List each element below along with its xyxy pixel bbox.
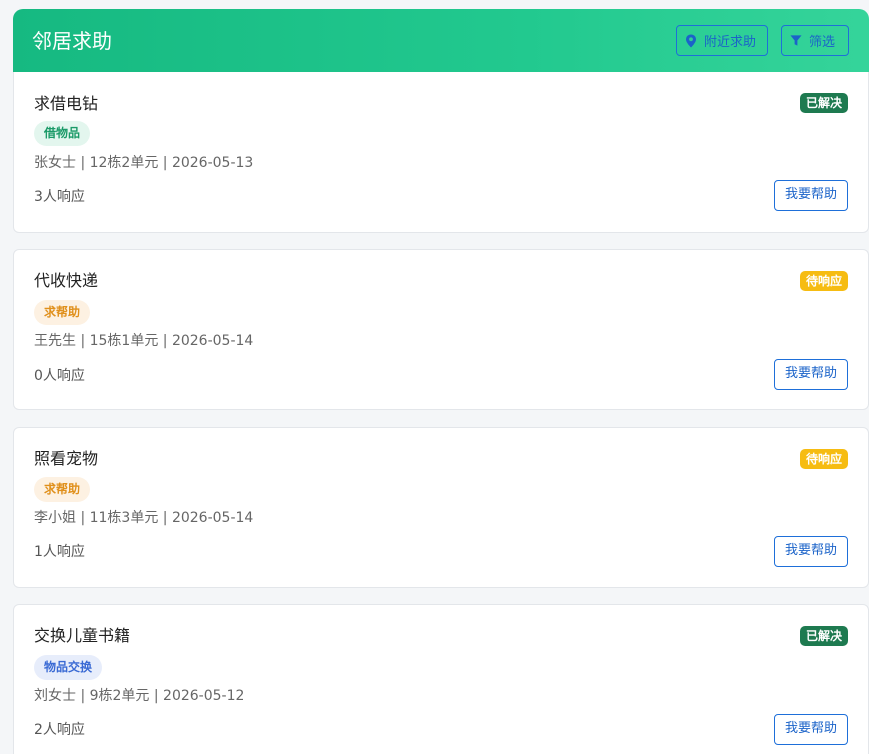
post-title: 照看宠物 (34, 449, 99, 468)
post-meta: 张女士 | 12栋2单元 | 2026-05-13 (34, 155, 254, 171)
post-title: 求借电钻 (34, 94, 99, 113)
response-count: 1人响应 (34, 544, 85, 560)
nearby-help-button[interactable]: 附近求助 (676, 25, 768, 56)
map-pin-icon (685, 34, 697, 48)
filter-label: 筛选 (809, 35, 836, 50)
neighbor-help-app: 邻居求助 附近求助 筛选 求借电钻 已解决 借物品 张女士 | 12栋2单元 |… (0, 0, 869, 754)
category-tag: 借物品 (34, 121, 91, 146)
page-header: 邻居求助 附近求助 筛选 (13, 9, 869, 72)
funnel-icon (790, 34, 802, 48)
status-badge: 已解决 (799, 626, 848, 646)
help-post-card[interactable]: 交换儿童书籍 已解决 物品交换 刘女士 | 9栋2单元 | 2026-05-12… (13, 604, 869, 754)
post-meta: 王先生 | 15栋1单元 | 2026-05-14 (34, 333, 254, 349)
post-meta: 刘女士 | 9栋2单元 | 2026-05-12 (34, 688, 245, 704)
response-count: 3人响应 (34, 189, 85, 205)
offer-help-button[interactable]: 我要帮助 (774, 536, 848, 567)
help-post-card[interactable]: 求借电钻 已解决 借物品 张女士 | 12栋2单元 | 2026-05-13 3… (13, 72, 869, 233)
post-title: 代收快递 (34, 271, 99, 290)
response-count: 0人响应 (34, 368, 85, 384)
post-title: 交换儿童书籍 (34, 626, 131, 645)
status-badge: 待响应 (799, 449, 848, 469)
help-post-card[interactable]: 照看宠物 待响应 求帮助 李小姐 | 11栋3单元 | 2026-05-14 1… (13, 427, 869, 588)
filter-button[interactable]: 筛选 (781, 25, 849, 56)
category-tag: 求帮助 (34, 477, 91, 502)
offer-help-button[interactable]: 我要帮助 (774, 359, 848, 390)
offer-help-button[interactable]: 我要帮助 (774, 180, 848, 211)
status-badge: 待响应 (799, 271, 848, 291)
post-meta: 李小姐 | 11栋3单元 | 2026-05-14 (34, 510, 254, 526)
offer-help-button[interactable]: 我要帮助 (774, 714, 848, 745)
category-tag: 物品交换 (34, 655, 103, 680)
category-tag: 求帮助 (34, 300, 91, 325)
page-title: 邻居求助 (32, 29, 112, 53)
help-post-card[interactable]: 代收快递 待响应 求帮助 王先生 | 15栋1单元 | 2026-05-14 0… (13, 249, 869, 410)
nearby-help-label: 附近求助 (704, 35, 757, 50)
response-count: 2人响应 (34, 722, 85, 738)
status-badge: 已解决 (799, 93, 848, 113)
